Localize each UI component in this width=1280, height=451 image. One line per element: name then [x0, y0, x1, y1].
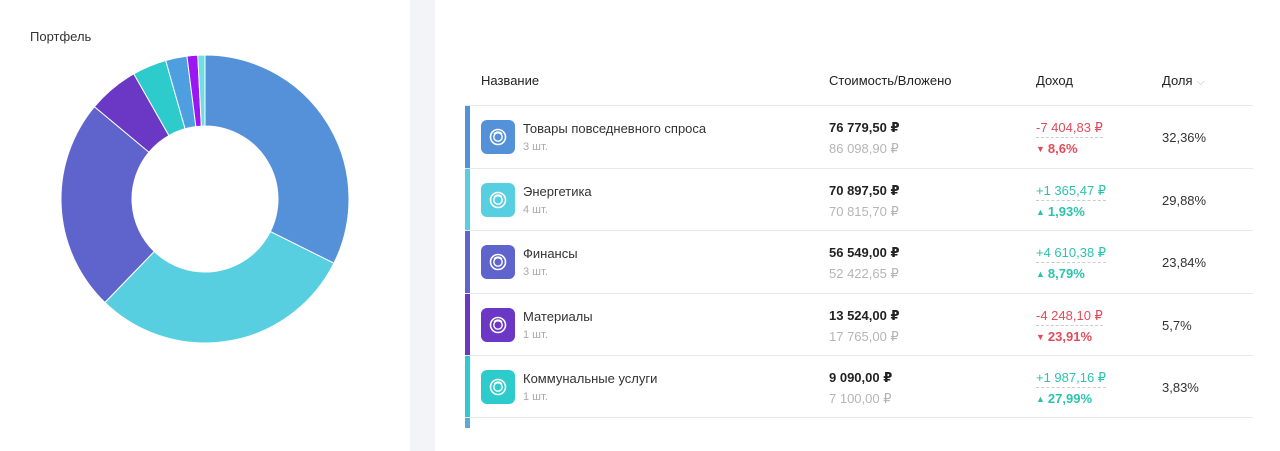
income-amount[interactable]: +1 987,16 ₽: [1036, 370, 1107, 388]
sector-quantity: 3 шт.: [523, 266, 548, 278]
current-value: 70 897,50 ₽: [829, 183, 900, 198]
table-row[interactable]: Финансы 3 шт. 56 549,00 ₽ 52 422,65 ₽ +4 610…: [465, 230, 1253, 293]
current-value: 56 549,00 ₽: [829, 245, 900, 260]
header-name[interactable]: Название: [481, 73, 539, 88]
row-color-bar: [465, 356, 470, 418]
income-amount[interactable]: +4 610,38 ₽: [1036, 245, 1107, 263]
triangle-down-icon: ▼: [1036, 332, 1045, 342]
portfolio-share: 3,83%: [1162, 380, 1199, 395]
header-share-label: Доля: [1162, 73, 1193, 88]
portfolio-donut-chart: [60, 54, 350, 344]
income-percent-value: 1,93%: [1047, 204, 1085, 219]
sector-quantity: 1 шт.: [523, 329, 548, 341]
sectors-table-panel: Название Стоимость/Вложено Доход Доля ⌵ Т…: [435, 0, 1280, 451]
invested-value: 17 765,00 ₽: [829, 329, 899, 344]
triangle-down-icon: ▼: [1036, 144, 1045, 154]
income-percent: ▲ 27,99%: [1036, 391, 1092, 406]
table-row[interactable]: Материалы 1 шт. 13 524,00 ₽ 17 765,00 ₽ -4 2…: [465, 293, 1253, 356]
portfolio-share: 5,7%: [1162, 318, 1192, 333]
sector-icon: [481, 370, 515, 404]
row-color-bar: [465, 294, 470, 356]
invested-value: 86 098,90 ₽: [829, 141, 899, 156]
current-value: 13 524,00 ₽: [829, 308, 900, 323]
sector-name[interactable]: Материалы: [523, 309, 593, 324]
portfolio-share: 32,36%: [1162, 130, 1207, 145]
invested-value: 70 815,70 ₽: [829, 204, 899, 219]
panel-divider: [410, 0, 435, 451]
sector-name[interactable]: Коммунальные услуги: [523, 371, 657, 386]
income-amount[interactable]: -7 404,83 ₽: [1036, 120, 1103, 138]
income-percent-value: 27,99%: [1047, 391, 1093, 406]
donut-slice-1[interactable]: [204, 54, 350, 264]
sector-quantity: 4 шт.: [523, 204, 548, 216]
current-value: 76 779,50 ₽: [829, 120, 900, 135]
sector-quantity: 1 шт.: [523, 391, 548, 403]
invested-value: 7 100,00 ₽: [829, 391, 892, 406]
triangle-up-icon: ▲: [1036, 207, 1045, 217]
income-amount[interactable]: +1 365,47 ₽: [1036, 183, 1107, 201]
sector-name[interactable]: Товары повседневного спроса: [523, 121, 706, 136]
income-percent: ▼ 23,91%: [1036, 329, 1092, 344]
income-amount[interactable]: -4 248,10 ₽: [1036, 308, 1103, 326]
income-percent-value: 23,91%: [1047, 329, 1093, 344]
header-income[interactable]: Доход: [1036, 73, 1073, 88]
income-percent: ▲ 8,79%: [1036, 266, 1085, 281]
header-value[interactable]: Стоимость/Вложено: [829, 73, 952, 88]
income-percent-value: 8,79%: [1047, 266, 1085, 281]
triangle-up-icon: ▲: [1036, 394, 1045, 404]
portfolio-share: 23,84%: [1162, 255, 1207, 270]
sector-quantity: 3 шт.: [523, 141, 548, 153]
income-percent-value: 8,6%: [1047, 141, 1078, 156]
income-percent: ▲ 1,93%: [1036, 204, 1085, 219]
table-row[interactable]: Энергетика 4 шт. 70 897,50 ₽ 70 815,70 ₽ +1 …: [465, 168, 1253, 231]
table-header: Название Стоимость/Вложено Доход Доля ⌵: [480, 73, 1270, 93]
sector-name[interactable]: Энергетика: [523, 184, 592, 199]
current-value: 9 090,00 ₽: [829, 370, 893, 385]
sort-chevron-down-icon[interactable]: ⌵: [1197, 76, 1205, 89]
income-percent: ▼ 8,6%: [1036, 141, 1078, 156]
header-share[interactable]: Доля ⌵: [1162, 73, 1205, 89]
sector-icon: [481, 183, 515, 217]
row-color-bar: [465, 106, 470, 168]
triangle-up-icon: ▲: [1036, 269, 1045, 279]
table-bottom-border: [465, 417, 1253, 418]
row-color-bar: [465, 169, 470, 231]
table-row[interactable]: Коммунальные услуги 1 шт. 9 090,00 ₽ 7 100,…: [465, 355, 1253, 418]
portfolio-panel: Портфель: [0, 0, 410, 451]
portfolio-share: 29,88%: [1162, 193, 1207, 208]
table-row[interactable]: Товары повседневного спроса 3 шт. 76 779,5…: [465, 105, 1253, 168]
next-row-color-bar: [465, 418, 470, 428]
sector-icon: [481, 308, 515, 342]
sector-icon: [481, 245, 515, 279]
sector-name[interactable]: Финансы: [523, 246, 578, 261]
invested-value: 52 422,65 ₽: [829, 266, 899, 281]
sector-icon: [481, 120, 515, 154]
row-color-bar: [465, 231, 470, 293]
